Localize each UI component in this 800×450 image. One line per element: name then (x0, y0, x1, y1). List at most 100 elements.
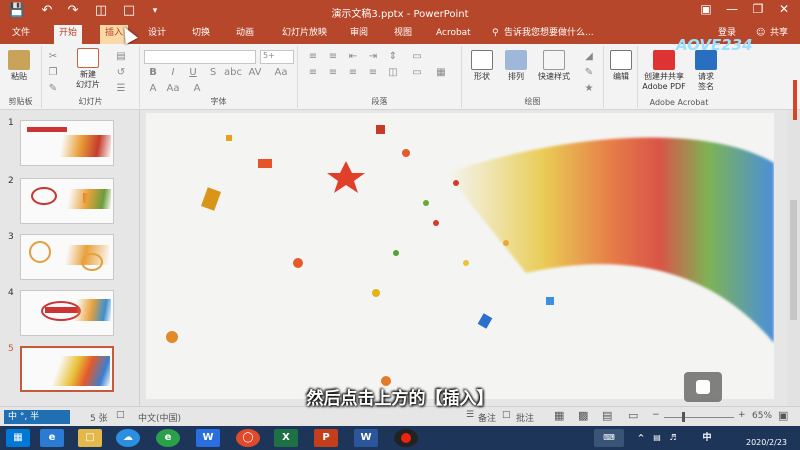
language-status[interactable]: 中文(中国) (138, 411, 181, 424)
new-doc-icon[interactable]: □ (120, 3, 138, 19)
tab-transitions[interactable]: 切换 (192, 27, 210, 39)
present-icon[interactable]: ◫ (92, 3, 110, 19)
normal-view-icon[interactable]: ▦ (554, 409, 564, 422)
ribbon-options-icon[interactable]: ▣ (694, 2, 718, 16)
indent-icon[interactable]: ⇤ (346, 52, 360, 62)
bold-icon[interactable]: B (146, 68, 160, 78)
customize-icon[interactable]: ▾ (146, 3, 164, 19)
shape-outline-icon[interactable]: ✎ (582, 68, 596, 78)
copy-icon[interactable]: ❐ (46, 68, 60, 78)
bullets-icon[interactable]: ≡ (306, 52, 320, 62)
file-explorer-icon[interactable]: □ (78, 429, 102, 447)
tab-animations[interactable]: 动画 (236, 27, 254, 39)
tray-chevron-icon[interactable]: ^ (634, 429, 648, 447)
shadow-icon[interactable]: S (206, 68, 220, 78)
comments-button[interactable]: 批注 (516, 411, 534, 424)
excel-icon[interactable]: X (274, 429, 298, 447)
restore-icon[interactable]: ❐ (746, 2, 770, 16)
slide-thumbnail-1[interactable] (20, 120, 114, 166)
baidu-netdisk-icon[interactable]: ☁ (116, 429, 140, 447)
align-text-icon[interactable]: ▭ (410, 68, 424, 78)
align-right-icon[interactable]: ≡ (346, 68, 360, 78)
minimize-icon[interactable]: — (720, 2, 744, 16)
wps-icon[interactable]: W (196, 429, 220, 447)
font-name-field[interactable] (144, 50, 256, 64)
font-color-icon[interactable]: A (146, 84, 160, 94)
close-icon[interactable]: ✕ (772, 2, 796, 16)
ime-toolbar[interactable]: 中 °, 半 (4, 410, 70, 424)
fit-slide-icon[interactable]: ▣ (778, 409, 788, 422)
spellcheck-icon[interactable]: □ (116, 410, 125, 420)
comments-icon[interactable]: □ (502, 410, 511, 420)
quick-styles-button[interactable]: 快速样式 (532, 50, 576, 82)
tab-file[interactable]: 文件 (12, 27, 30, 39)
clock-date[interactable]: 2020/2/23 (746, 438, 787, 447)
notes-icon[interactable]: ☰ (466, 410, 474, 420)
start-icon[interactable]: ▦ (6, 429, 30, 447)
tab-home[interactable]: 开始 (54, 25, 83, 44)
tab-slideshow[interactable]: 幻灯片放映 (282, 27, 327, 39)
tab-view[interactable]: 视图 (394, 27, 412, 39)
lightbulb-icon[interactable]: ⚲ (492, 27, 499, 39)
undo-icon[interactable]: ↶ (38, 3, 56, 19)
recorder-icon[interactable] (394, 429, 418, 447)
zoom-in-icon[interactable]: + (738, 410, 746, 420)
tab-review[interactable]: 审阅 (350, 27, 368, 39)
italic-icon[interactable]: I (166, 68, 180, 78)
arrange-button[interactable]: 排列 (500, 50, 532, 82)
font-size-field[interactable]: 5+ (260, 50, 294, 64)
share-button[interactable]: 共享 (770, 27, 788, 39)
tab-acrobat[interactable]: Acrobat (436, 27, 471, 39)
network-icon[interactable]: ▤ (650, 429, 664, 447)
edit-button[interactable]: 编辑 (606, 50, 636, 82)
ie-icon[interactable]: e (40, 429, 64, 447)
layout-icon[interactable]: ▤ (114, 52, 128, 62)
vertical-scrollbar[interactable] (787, 110, 800, 406)
align-center-icon[interactable]: ≡ (326, 68, 340, 78)
cut-icon[interactable]: ✂ (46, 52, 60, 62)
tell-me-box[interactable]: 告诉我您想要做什么... (504, 27, 594, 39)
zoom-out-icon[interactable]: − (652, 410, 660, 420)
keyboard-icon[interactable]: ⌨ (594, 429, 624, 447)
align-left-icon[interactable]: ≡ (306, 68, 320, 78)
columns-icon[interactable]: ◫ (386, 68, 400, 78)
browser-icon[interactable]: e (156, 429, 180, 447)
highlight-icon[interactable]: Aa (166, 84, 180, 94)
new-slide-button[interactable]: 新建 幻灯片 (68, 48, 108, 90)
smartart-icon[interactable]: ▦ (434, 68, 448, 78)
slide-thumbnail-2[interactable] (20, 178, 114, 224)
ime-indicator-icon[interactable]: 中 (700, 429, 714, 447)
format-painter-icon[interactable]: ✎ (46, 84, 60, 94)
slideshow-view-icon[interactable]: ▭ (628, 409, 638, 422)
change-case-icon[interactable]: Aa (274, 68, 288, 78)
word-icon[interactable]: W (354, 429, 378, 447)
shape-fill-icon[interactable]: ◢ (582, 52, 596, 62)
reading-view-icon[interactable]: ▤ (602, 409, 612, 422)
numbering-icon[interactable]: ≡ (326, 52, 340, 62)
notes-button[interactable]: 备注 (478, 411, 496, 424)
section-icon[interactable]: ☰ (114, 84, 128, 94)
paste-button[interactable]: 粘贴 (4, 50, 34, 82)
zoom-slider-thumb[interactable] (682, 412, 685, 422)
request-sign-button[interactable]: 请求 签名 (692, 50, 720, 92)
redo-icon[interactable]: ↷ (64, 3, 82, 19)
slide-sorter-icon[interactable]: ▩ (578, 409, 588, 422)
outdent-icon[interactable]: ⇥ (366, 52, 380, 62)
reset-icon[interactable]: ↺ (114, 68, 128, 78)
slide-thumbnail-4[interactable] (20, 290, 114, 336)
justify-icon[interactable]: ≡ (366, 68, 380, 78)
line-spacing-icon[interactable]: ⇕ (386, 52, 400, 62)
clear-format-icon[interactable]: A (190, 84, 204, 94)
shapes-button[interactable]: 形状 (466, 50, 498, 82)
scrollbar-thumb[interactable] (790, 200, 797, 320)
shape-effects-icon[interactable]: ★ (582, 84, 596, 94)
strikethrough-icon[interactable]: abc (224, 68, 242, 78)
powerpoint-icon[interactable]: P (314, 429, 338, 447)
zoom-slider[interactable] (664, 417, 734, 418)
spacing-icon[interactable]: AV (248, 68, 262, 78)
underline-icon[interactable]: U (186, 68, 200, 78)
save-icon[interactable]: 💾 (8, 3, 26, 19)
slide-canvas[interactable] (146, 113, 774, 399)
tab-design[interactable]: 设计 (148, 27, 166, 39)
create-pdf-button[interactable]: 创建并共享 Adobe PDF (638, 50, 690, 92)
